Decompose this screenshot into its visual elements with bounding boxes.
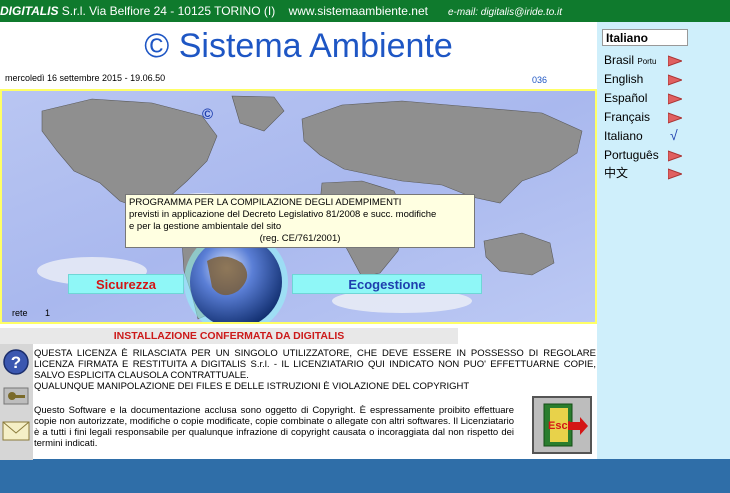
tooltip-line-2: previsti in applicazione del Decreto Leg… xyxy=(129,209,437,220)
tooltip-line-1: PROGRAMMA PER LA COMPILAZIONE DEGLI ADEM… xyxy=(129,197,402,208)
copyright-notice: Questo Software e la documentazione accl… xyxy=(34,405,514,449)
bottom-bar xyxy=(0,460,730,493)
arrow-right-icon[interactable] xyxy=(668,112,682,124)
company-address: S.r.l. Via Belfiore 24 - 10125 TORINO (I… xyxy=(58,4,276,18)
arrow-right-icon[interactable] xyxy=(668,168,682,180)
license-paragraph-1: QUESTA LICENZA È RILASCIATA PER UN SINGO… xyxy=(34,348,596,381)
arrow-right-icon[interactable] xyxy=(668,93,682,105)
license-text: QUESTA LICENZA È RILASCIATA PER UN SINGO… xyxy=(34,348,596,392)
ecogestione-button[interactable]: Ecogestione xyxy=(292,274,482,294)
arrow-right-icon[interactable] xyxy=(668,150,682,162)
exit-label: Esci xyxy=(548,420,571,432)
key-icon[interactable] xyxy=(2,382,30,410)
arrow-right-icon[interactable] xyxy=(668,74,682,86)
mail-icon[interactable] xyxy=(2,420,30,442)
sicurezza-button[interactable]: Sicurezza xyxy=(68,274,184,294)
lang-label: Brasil xyxy=(604,53,635,67)
program-tooltip: PROGRAMMA PER LA COMPILAZIONE DEGLI ADEM… xyxy=(125,194,475,248)
license-paragraph-2: QUALUNQUE MANIPOLAZIONE DEI FILES E DELL… xyxy=(34,381,470,392)
tooltip-line-4: (reg. CE/761/2001) xyxy=(259,233,341,244)
session-counter: 036 xyxy=(532,75,548,85)
exit-button[interactable]: Esci xyxy=(532,396,592,454)
datetime-text: mercoledì 16 settembre 2015 - 19.06.50 xyxy=(5,73,166,83)
tooltip-line-3: e per la gestione ambientale del sito xyxy=(129,221,282,232)
email-link[interactable]: e-mail: digitalis@iride.to.it xyxy=(448,7,562,18)
install-confirmed-header: INSTALLAZIONE CONFERMATA DA DIGITALIS xyxy=(0,328,458,344)
icon-column: ? xyxy=(0,344,33,460)
page-title: © Sistema Ambiente xyxy=(144,27,453,65)
checkmark-icon: √ xyxy=(670,127,678,143)
map-copyright-mark: © xyxy=(202,106,214,123)
website-link[interactable]: www.sistemaambiente.net xyxy=(289,4,428,18)
svg-text:?: ? xyxy=(11,353,21,372)
help-icon[interactable]: ? xyxy=(2,348,30,376)
rete-indicator: rete 1 xyxy=(12,308,50,318)
top-bar: DIGITALIS S.r.l. Via Belfiore 24 - 10125… xyxy=(0,0,730,22)
brand-name: DIGITALIS xyxy=(0,4,59,18)
arrow-right-icon[interactable] xyxy=(668,55,682,67)
rete-value: 1 xyxy=(45,308,51,318)
rete-label: rete xyxy=(12,308,28,318)
lang-tag: Portu xyxy=(637,57,657,66)
selected-language: Italiano xyxy=(602,29,688,46)
